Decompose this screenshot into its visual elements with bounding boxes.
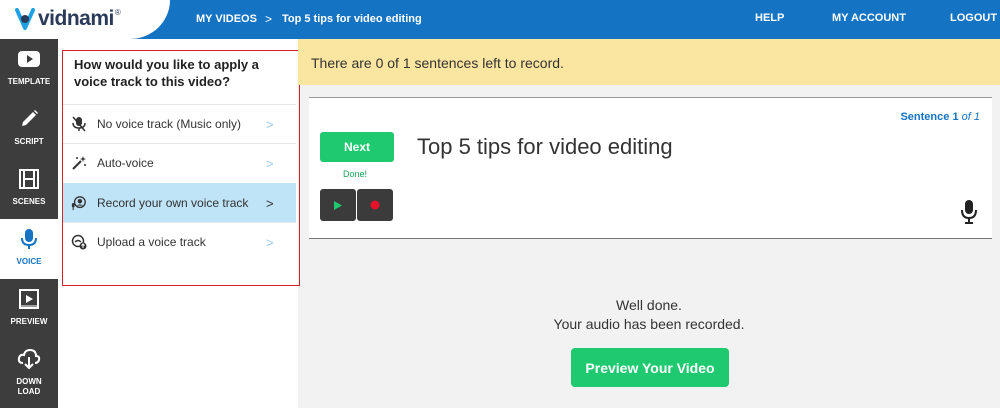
breadcrumb-my-videos[interactable]: MY VIDEOS [196,13,257,25]
pencil-icon [17,107,41,131]
rail-label-download-line2: LOAD [17,387,41,396]
chevron-right-icon: > [266,234,274,250]
sentence-text: Top 5 tips for video editing [417,134,673,159]
option-upload-voice-label: Upload a voice track [97,235,206,249]
chevron-right-icon: > [266,195,274,211]
play-button[interactable] [320,189,356,221]
upload-voice-icon [71,234,87,250]
rail-item-download[interactable]: DOWN LOAD [0,339,58,408]
rail-label-voice: VOICE [16,257,42,266]
rail-label-preview: PREVIEW [10,317,48,326]
help-link[interactable]: HELP [755,12,784,24]
logo-registered-mark: ® [114,7,121,17]
logout-link[interactable]: LOGOUT [950,12,997,24]
left-rail: TEMPLATE SCRIPT SCENES VOICE PREVIEW DOW… [0,39,58,408]
option-auto-voice-label: Auto-voice [97,156,154,170]
record-icon [370,200,380,210]
magic-wand-icon [71,155,87,171]
rail-label-download-line1: DOWN [16,377,42,386]
option-no-voice-label: No voice track (Music only) [97,117,242,131]
chevron-right-icon: > [266,116,274,132]
status-banner: There are 0 of 1 sentences left to recor… [298,39,1000,85]
rail-item-preview[interactable]: PREVIEW [0,279,58,339]
voice-panel-title: How would you like to apply a voice trac… [74,57,259,89]
rail-item-scenes[interactable]: SCENES [0,159,58,219]
rail-label-script: SCRIPT [14,137,44,146]
breadcrumb: MY VIDEOS > Top 5 tips for video editing [196,12,422,26]
top-bar: vidnami ® MY VIDEOS > Top 5 tips for vid… [0,0,1000,39]
rail-label-template: TEMPLATE [7,77,51,86]
logo[interactable]: vidnami ® [14,6,121,32]
completion-message: Well done. Your audio has been recorded. [298,296,1000,334]
status-banner-text: There are 0 of 1 sentences left to recor… [311,55,564,71]
rail-item-template[interactable]: TEMPLATE [0,39,58,99]
next-button[interactable]: Next [320,132,394,162]
record-voice-icon [71,195,87,211]
youtube-play-icon [17,47,41,71]
microphone-icon [17,227,41,251]
breadcrumb-separator: > [264,12,272,26]
record-button[interactable] [357,189,393,221]
play-icon [334,200,342,210]
logo-area: vidnami ® [0,0,170,39]
film-icon [17,167,41,191]
preview-video-button[interactable]: Preview Your Video [571,348,729,387]
logo-text: vidnami [38,7,114,30]
completion-line1: Well done. [616,297,682,313]
sentence-card: Sentence 1 of 1 Next Done! Top 5 tips fo… [309,97,992,239]
sentence-counter-total: of 1 [961,111,980,123]
sentence-counter: Sentence 1 of 1 [900,111,980,123]
muted-microphone-icon [71,116,87,132]
my-account-link[interactable]: MY ACCOUNT [832,12,906,24]
option-auto-voice[interactable]: Auto-voice > [63,143,296,182]
rail-item-voice[interactable]: VOICE [0,219,58,279]
sentence-counter-current: 1 [952,111,959,123]
option-record-voice[interactable]: Record your own voice track > [63,183,296,222]
sentence-counter-label: Sentence [900,111,950,123]
rail-item-script[interactable]: SCRIPT [0,99,58,159]
chevron-right-icon: > [266,155,274,171]
rail-label-download: DOWN LOAD [16,377,41,397]
microphone-icon[interactable] [960,199,978,225]
option-record-voice-label: Record your own voice track [97,196,249,210]
completion-line2: Your audio has been recorded. [553,316,745,332]
breadcrumb-current: Top 5 tips for video editing [281,13,422,25]
option-upload-voice[interactable]: Upload a voice track > [63,222,296,261]
cloud-download-icon [17,347,41,371]
option-no-voice[interactable]: No voice track (Music only) > [63,104,296,143]
rail-label-scenes: SCENES [12,197,46,206]
play-screen-icon [17,287,41,311]
done-status: Done! [343,169,368,179]
vidnami-logo-icon [15,8,35,30]
